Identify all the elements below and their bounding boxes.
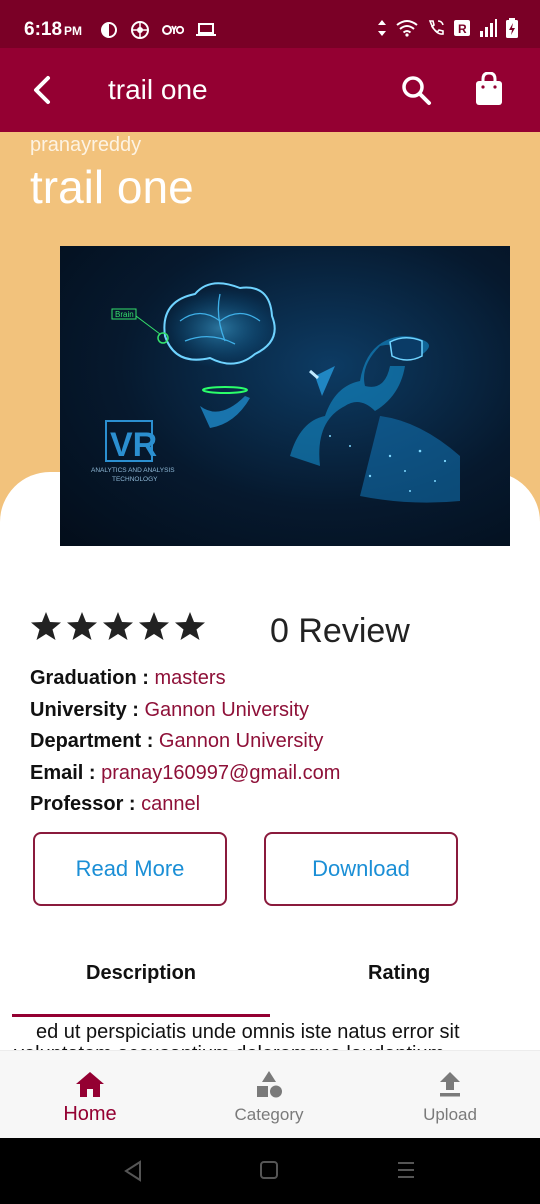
roaming-icon: R	[454, 20, 470, 36]
nav-label-home: Home	[63, 1103, 117, 1125]
soccer-ball-icon	[131, 21, 149, 39]
signal-icon	[480, 19, 497, 37]
download-button[interactable]: Download	[264, 832, 458, 906]
status-system-icons: R	[377, 18, 518, 38]
cover-caption-line2: TECHNOLOGY	[112, 476, 158, 483]
detail-value: Gannon University	[158, 730, 324, 752]
detail-label: Email :	[30, 762, 102, 784]
project-title: trail one	[30, 161, 194, 213]
category-icon	[257, 1071, 282, 1098]
wifi-icon	[396, 20, 418, 37]
rating-row: 0 Review	[30, 610, 510, 654]
detail-label: Graduation :	[30, 667, 155, 689]
laptop-icon	[196, 23, 216, 36]
detail-label: University :	[30, 699, 145, 721]
detail-graduation: Graduation : masters	[30, 667, 226, 690]
search-icon[interactable]	[400, 74, 432, 106]
vr-brain-illustration: Brain VR ANALYTICS AND ANALYSIS TECHNOLO…	[91, 282, 460, 503]
star-rating[interactable]	[30, 610, 206, 642]
data-arrows-icon	[378, 20, 386, 36]
star-icon[interactable]	[174, 610, 206, 642]
detail-label: Department :	[30, 730, 159, 752]
tab-description[interactable]: Description	[86, 962, 196, 985]
detail-value: pranay160997@gmail.com	[101, 762, 341, 784]
detail-university: University : Gannon University	[30, 699, 309, 722]
battery-charging-icon	[506, 18, 518, 38]
bottom-navigation: Home Category Upload	[0, 1050, 540, 1138]
system-home-icon[interactable]	[259, 1160, 279, 1180]
system-navigation-bar	[0, 1138, 540, 1204]
tab-rating[interactable]: Rating	[368, 962, 430, 985]
nav-item-home[interactable]: Home	[50, 1051, 130, 1139]
nav-label-upload: Upload	[423, 1105, 477, 1124]
project-cover-image: Brain VR ANALYTICS AND ANALYSIS TECHNOLO…	[60, 246, 510, 546]
data-saver-icon	[101, 22, 117, 38]
svg-text:R: R	[458, 22, 467, 36]
review-count: 0 Review	[270, 612, 410, 650]
call-wifi-icon	[428, 20, 444, 35]
app-bar-title: trail one	[108, 74, 208, 105]
detail-email: Email : pranay160997@gmail.com	[30, 762, 340, 785]
nav-item-upload[interactable]: Upload	[410, 1051, 490, 1139]
detail-label: Professor :	[30, 793, 142, 815]
status-time: 6:18 PM	[24, 19, 82, 41]
detail-professor: Professor : cannel	[30, 793, 200, 816]
detail-value: Gannon University	[144, 699, 310, 721]
nav-label-category: Category	[234, 1105, 304, 1124]
shopping-bag-icon[interactable]	[474, 72, 504, 106]
system-menu-icon[interactable]	[396, 1160, 416, 1180]
app-bar: trail one	[0, 48, 540, 132]
status-time-ampm: PM	[64, 24, 83, 38]
star-icon[interactable]	[66, 610, 98, 642]
detail-department: Department : Gannon University	[30, 730, 323, 753]
read-more-button[interactable]: Read More	[33, 832, 227, 906]
back-arrow-icon[interactable]	[26, 72, 58, 108]
status-notification-icons	[100, 20, 216, 40]
star-icon[interactable]	[102, 610, 134, 642]
system-back-icon[interactable]	[123, 1160, 143, 1182]
home-icon	[76, 1072, 104, 1097]
oyo-icon	[162, 25, 184, 35]
status-time-value: 6:18	[24, 19, 63, 40]
nav-item-category[interactable]: Category	[224, 1051, 314, 1139]
author-name: pranayreddy	[30, 134, 142, 156]
star-icon[interactable]	[138, 610, 170, 642]
upload-icon	[440, 1072, 460, 1097]
active-tab-indicator	[12, 1014, 270, 1017]
cover-caption-line1: ANALYTICS AND ANALYSIS	[91, 467, 175, 474]
vr-logo-text: VR	[110, 426, 157, 464]
detail-value: cannel	[141, 793, 201, 815]
status-bar: 6:18 PM R	[0, 0, 540, 48]
detail-value: masters	[154, 667, 226, 689]
star-icon[interactable]	[30, 610, 62, 642]
brain-label: Brain	[115, 310, 134, 319]
